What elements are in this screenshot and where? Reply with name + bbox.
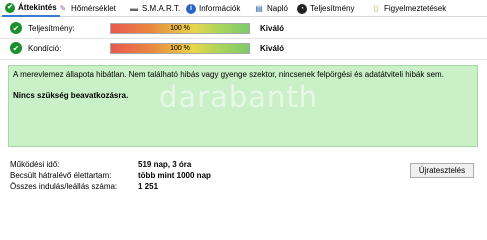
condition-row: ✔ Kondíció: 100 % Kiváló xyxy=(10,40,480,56)
tab-label: Napló xyxy=(267,4,288,13)
tab-warnings[interactable]: ▯ Figyelmeztetések xyxy=(368,0,449,17)
remaining-life-value: több mint 1000 nap xyxy=(138,171,211,180)
condition-status: Kiváló xyxy=(260,43,285,53)
performance-label: Teljesítmény: xyxy=(28,23,75,33)
condition-bar: 100 % xyxy=(110,42,250,54)
tab-performance[interactable]: ◔ Teljesítmény xyxy=(294,0,357,17)
green-check-icon: ✔ xyxy=(10,22,22,34)
performance-bar: 100 % xyxy=(110,22,250,34)
performance-gauge-icon: ◔ xyxy=(297,3,307,14)
performance-row: ✔ Teljesítmény: 100 % Kiváló xyxy=(10,20,480,36)
performance-status: Kiváló xyxy=(260,23,285,33)
tab-smart[interactable]: ▬ S.M.A.R.T. xyxy=(126,0,183,17)
tab-temperature[interactable]: ✎ Hőmérséklet xyxy=(55,0,119,17)
thermometer-pencil-icon: ✎ xyxy=(59,3,67,13)
tab-label: S.M.A.R.T. xyxy=(142,4,181,13)
retest-button[interactable]: Újratesztelés xyxy=(410,163,474,178)
warning-doc-icon: ▯ xyxy=(373,3,379,13)
status-message: A merevlemez állapota hibátlan. Nem talá… xyxy=(13,70,444,79)
log-icon: ▤ xyxy=(255,3,263,13)
start-stop-count-label: Összes indulás/leállás száma: xyxy=(10,182,118,191)
tab-label: Információk xyxy=(199,4,241,13)
info-icon: i xyxy=(186,3,196,14)
status-panel: A merevlemez állapota hibátlan. Nem talá… xyxy=(8,65,478,147)
green-check-icon: ✔ xyxy=(5,2,15,13)
condition-percent: 100 % xyxy=(170,44,190,52)
uptime-label: Működési idő: xyxy=(10,160,60,169)
tab-bar: ✔ Áttekintés ✎ Hőmérséklet ▬ S.M.A.R.T. … xyxy=(0,0,487,17)
action-message: Nincs szükség beavatkozásra. xyxy=(13,91,129,100)
tab-label: Teljesítmény xyxy=(310,4,355,13)
green-check-icon: ✔ xyxy=(10,42,22,54)
tab-label: Hőmérséklet xyxy=(71,4,116,13)
divider xyxy=(0,59,487,60)
uptime-value: 519 nap, 3 óra xyxy=(138,160,192,169)
start-stop-count-value: 1 251 xyxy=(138,182,159,191)
tab-info[interactable]: i Információk xyxy=(183,0,243,17)
tab-log[interactable]: ▤ Napló xyxy=(251,0,291,17)
tab-overview[interactable]: ✔ Áttekintés xyxy=(2,0,60,17)
disk-icon: ▬ xyxy=(130,3,138,13)
tab-label: Áttekintés xyxy=(18,3,57,12)
performance-percent: 100 % xyxy=(170,24,190,32)
condition-label: Kondíció: xyxy=(28,43,62,53)
tab-label: Figyelmeztetések xyxy=(384,4,447,13)
divider xyxy=(0,38,487,39)
remaining-life-label: Becsült hátralévő élettartam: xyxy=(10,171,112,180)
